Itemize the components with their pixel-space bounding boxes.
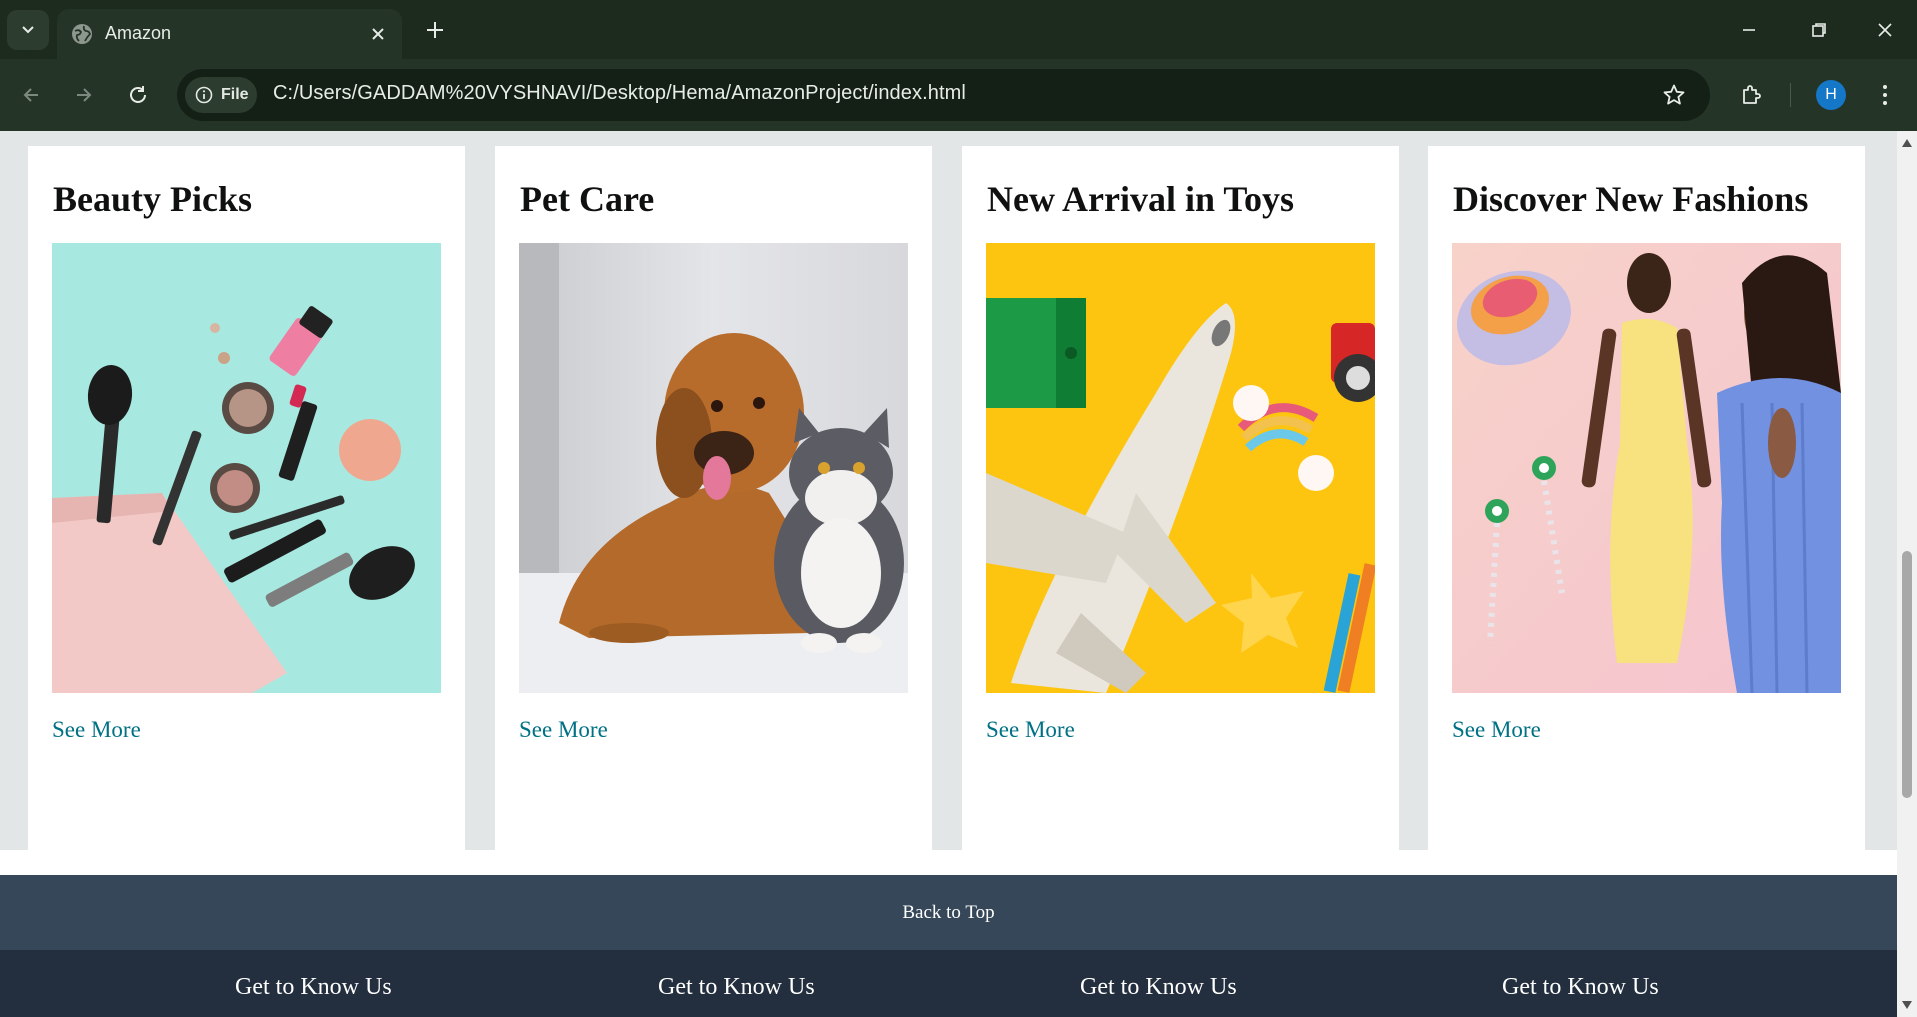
puzzle-icon bbox=[1743, 85, 1761, 104]
info-icon bbox=[195, 86, 213, 104]
close-icon bbox=[372, 28, 384, 40]
tab-title: Amazon bbox=[105, 23, 172, 43]
scroll-down-arrow[interactable] bbox=[1901, 999, 1913, 1011]
back-to-top-bar[interactable]: Back to Top bbox=[0, 875, 1897, 950]
arrow-left-icon bbox=[23, 88, 38, 102]
extensions-button[interactable] bbox=[1734, 77, 1770, 113]
footer-column-heading: Get to Know Us bbox=[1080, 974, 1237, 1000]
see-more-link[interactable]: See More bbox=[52, 717, 141, 743]
triangle-down-icon bbox=[1902, 1001, 1912, 1009]
restore-icon bbox=[1812, 23, 1826, 37]
reload-icon bbox=[130, 86, 146, 103]
vertical-scrollbar[interactable] bbox=[1897, 131, 1917, 1017]
footer: Get to Know Us Get to Know Us Get to Kno… bbox=[0, 950, 1897, 1017]
category-card-pet-care: Pet Care See More bbox=[495, 146, 932, 850]
category-card-fashion: Discover New Fashions See More bbox=[1428, 146, 1865, 850]
footer-column-heading: Get to Know Us bbox=[1502, 974, 1659, 1000]
see-more-link[interactable]: See More bbox=[986, 717, 1075, 743]
kebab-menu-icon bbox=[1883, 85, 1887, 105]
card-title: New Arrival in Toys bbox=[987, 179, 1295, 219]
back-button[interactable] bbox=[13, 77, 49, 113]
back-to-top-label: Back to Top bbox=[902, 901, 995, 923]
card-title: Beauty Picks bbox=[53, 179, 253, 219]
globe-icon bbox=[72, 24, 92, 44]
profile-avatar[interactable]: H bbox=[1816, 80, 1846, 110]
footer-column-heading: Get to Know Us bbox=[235, 974, 392, 1000]
section-divider bbox=[0, 850, 1897, 875]
star-icon bbox=[1663, 84, 1685, 105]
category-card-toys: New Arrival in Toys See More bbox=[962, 146, 1399, 850]
page-viewport: Beauty Picks See More Pet Care See More … bbox=[0, 131, 1897, 1017]
fashion-models-image[interactable] bbox=[1452, 243, 1841, 693]
forward-button[interactable] bbox=[66, 77, 102, 113]
see-more-link[interactable]: See More bbox=[519, 717, 608, 743]
address-bar[interactable]: File C:/Users/GADDAM%20VYSHNAVI/Desktop/… bbox=[177, 69, 1710, 121]
triangle-up-icon bbox=[1902, 139, 1912, 147]
browser-menu-button[interactable] bbox=[1867, 77, 1903, 113]
toolbar-divider bbox=[1790, 83, 1791, 107]
browser-tab-active[interactable]: Amazon bbox=[57, 9, 402, 59]
url-text[interactable]: C:/Users/GADDAM%20VYSHNAVI/Desktop/Hema/… bbox=[273, 82, 966, 105]
close-window-button[interactable] bbox=[1862, 10, 1908, 50]
site-info-chip[interactable]: File bbox=[185, 77, 257, 113]
bookmark-button[interactable] bbox=[1660, 81, 1688, 109]
restore-button[interactable] bbox=[1796, 10, 1842, 50]
card-title: Pet Care bbox=[520, 179, 655, 219]
see-more-link[interactable]: See More bbox=[1452, 717, 1541, 743]
toy-airplane-image[interactable] bbox=[986, 243, 1375, 693]
scroll-thumb[interactable] bbox=[1902, 551, 1912, 798]
reload-button[interactable] bbox=[120, 77, 156, 113]
tab-search-button[interactable] bbox=[7, 10, 49, 50]
minimize-icon bbox=[1743, 29, 1755, 31]
plus-icon bbox=[427, 22, 443, 38]
chevron-down-icon bbox=[22, 26, 34, 34]
site-chip-label: File bbox=[221, 86, 249, 103]
scroll-up-arrow[interactable] bbox=[1901, 137, 1913, 149]
browser-tabstrip: Amazon bbox=[0, 0, 1917, 59]
category-card-beauty: Beauty Picks See More bbox=[28, 146, 465, 850]
beauty-products-image[interactable] bbox=[52, 243, 441, 693]
new-tab-button[interactable] bbox=[420, 15, 450, 45]
footer-column-heading: Get to Know Us bbox=[658, 974, 815, 1000]
minimize-button[interactable] bbox=[1726, 10, 1772, 50]
close-icon bbox=[1878, 23, 1892, 37]
dog-and-cat-image[interactable] bbox=[519, 243, 908, 693]
browser-toolbar: File C:/Users/GADDAM%20VYSHNAVI/Desktop/… bbox=[0, 59, 1917, 131]
close-tab-button[interactable] bbox=[366, 22, 390, 46]
arrow-right-icon bbox=[77, 88, 92, 102]
card-title: Discover New Fashions bbox=[1453, 179, 1809, 219]
